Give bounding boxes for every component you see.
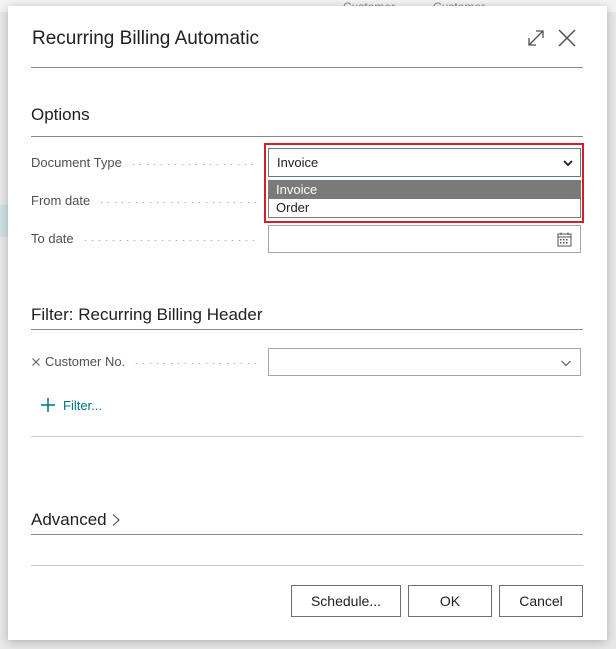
ok-button[interactable]: OK (408, 585, 492, 617)
footer-separator (31, 565, 583, 566)
title-divider (31, 67, 583, 68)
option-order[interactable]: Order (269, 199, 580, 217)
add-filter-label: Filter... (63, 397, 103, 413)
label-leader-dots (133, 363, 259, 364)
filter-section-title: Filter: Recurring Billing Header (31, 305, 263, 324)
advanced-toggle[interactable]: Advanced (31, 510, 121, 530)
options-section-divider (31, 136, 583, 137)
label-leader-dots (81, 240, 259, 241)
calendar-icon[interactable] (557, 232, 572, 247)
from-date-label-text: From date (31, 193, 91, 208)
cancel-button[interactable]: Cancel (499, 585, 583, 617)
filter-section-divider (31, 329, 583, 330)
recurring-billing-dialog: Recurring Billing Automatic Options Docu… (8, 6, 607, 640)
close-icon[interactable] (556, 27, 578, 49)
label-leader-dots (98, 202, 259, 203)
customer-no-label-text: Customer No. (45, 354, 126, 369)
options-section-title: Options (31, 105, 90, 124)
option-invoice[interactable]: Invoice (269, 181, 580, 199)
document-type-value: Invoice (277, 155, 319, 170)
section-separator (31, 436, 583, 437)
chevron-down-icon[interactable] (560, 357, 572, 369)
chevron-right-icon (112, 514, 120, 526)
to-date-input[interactable] (268, 225, 581, 253)
customer-no-input[interactable] (268, 348, 581, 376)
dialog-title: Recurring Billing Automatic (32, 28, 260, 49)
plus-icon (41, 398, 55, 412)
document-type-options: Invoice Order (268, 180, 581, 218)
chevron-down-icon (563, 160, 573, 167)
advanced-divider (31, 534, 583, 535)
label-leader-dots (129, 164, 259, 165)
customer-no-label: Customer No. (31, 354, 263, 369)
document-type-label: Document Type (31, 155, 263, 170)
expand-icon[interactable] (525, 27, 547, 49)
schedule-button[interactable]: Schedule... (291, 585, 401, 617)
to-date-label-text: To date (31, 231, 74, 246)
remove-filter-icon[interactable] (31, 357, 41, 367)
from-date-label: From date (31, 193, 263, 208)
add-filter-link[interactable]: Filter... (40, 397, 102, 413)
to-date-label: To date (31, 231, 263, 246)
document-type-label-text: Document Type (31, 155, 122, 170)
advanced-label: Advanced (31, 510, 107, 529)
document-type-select[interactable]: Invoice (268, 148, 581, 177)
